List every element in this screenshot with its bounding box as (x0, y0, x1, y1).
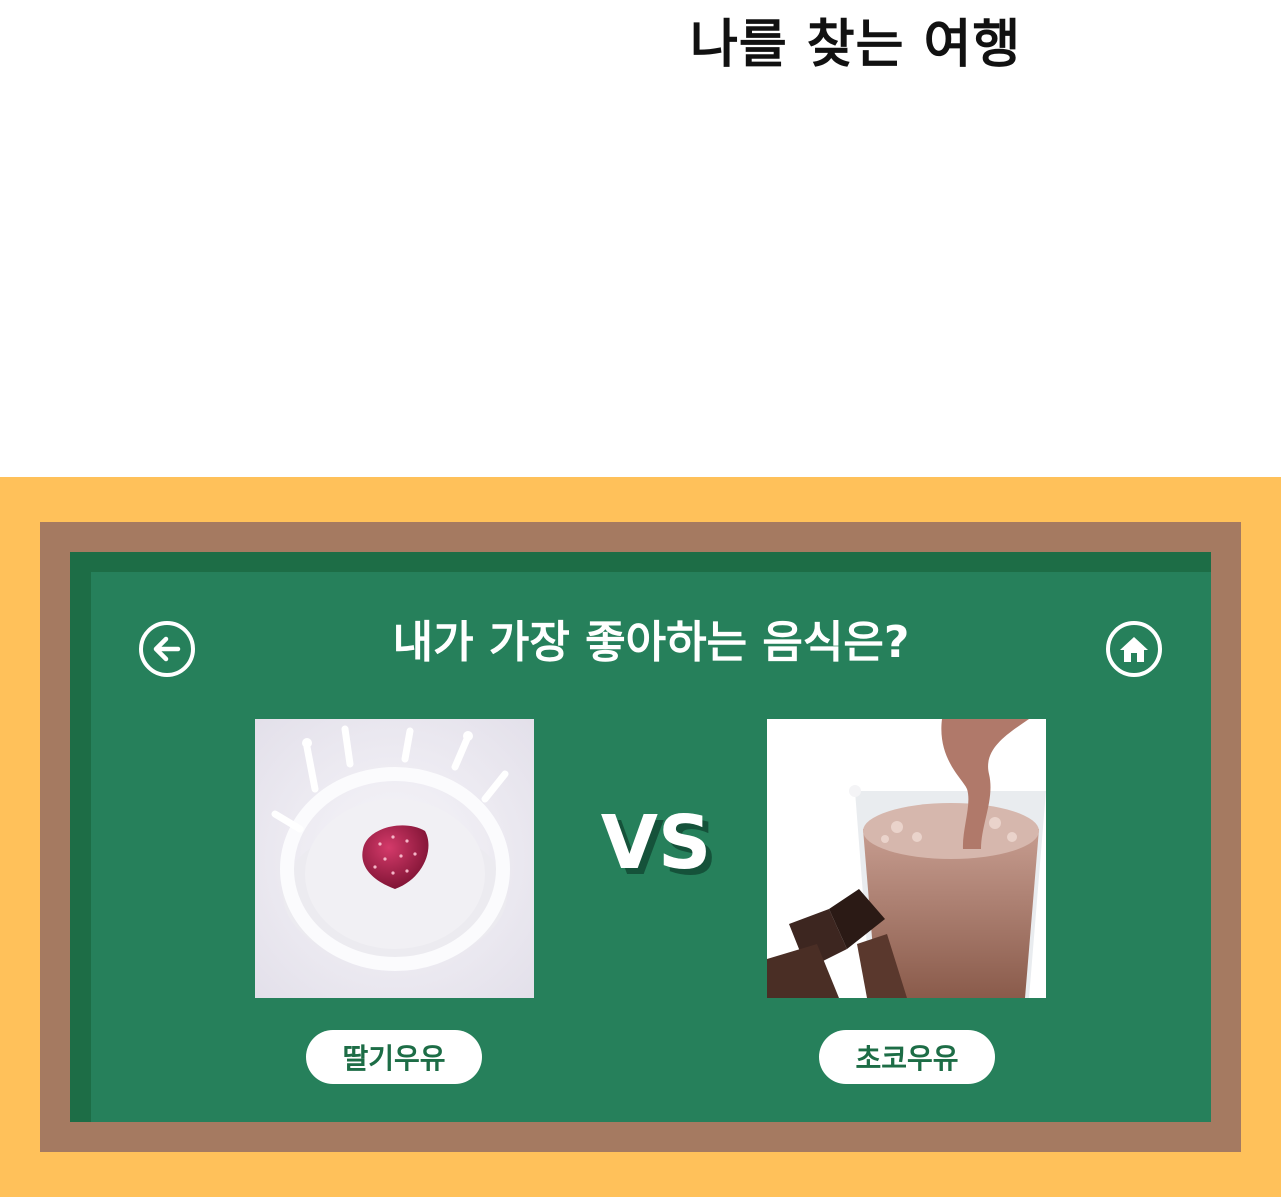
chalkboard: 내가 가장 좋아하는 음식은? VS 딸기우유 초코우유 (91, 572, 1211, 1122)
app-title: 나를 찾는 여행 (690, 15, 1022, 75)
outer-frame: 내가 가장 좋아하는 음식은? VS 딸기우유 초코우유 (0, 477, 1281, 1197)
chocolate-milk-button[interactable]: 초코우유 (819, 1030, 995, 1084)
home-circle-icon (1106, 621, 1162, 677)
chalkboard-frame: 내가 가장 좋아하는 음식은? VS 딸기우유 초코우유 (40, 522, 1241, 1152)
vs-label: VS (600, 800, 712, 886)
strawberry-in-milk-image (255, 719, 534, 998)
question-title: 내가 가장 좋아하는 음식은? (392, 617, 910, 668)
chocolate-milk-glass-image (767, 719, 1046, 998)
strawberry-milk-button[interactable]: 딸기우유 (306, 1030, 482, 1084)
strawberry-milk-image[interactable] (255, 719, 534, 998)
home-button[interactable] (1105, 620, 1163, 678)
chocolate-milk-image[interactable] (767, 719, 1046, 998)
chalkboard-shadow: 내가 가장 좋아하는 음식은? VS 딸기우유 초코우유 (70, 552, 1211, 1122)
